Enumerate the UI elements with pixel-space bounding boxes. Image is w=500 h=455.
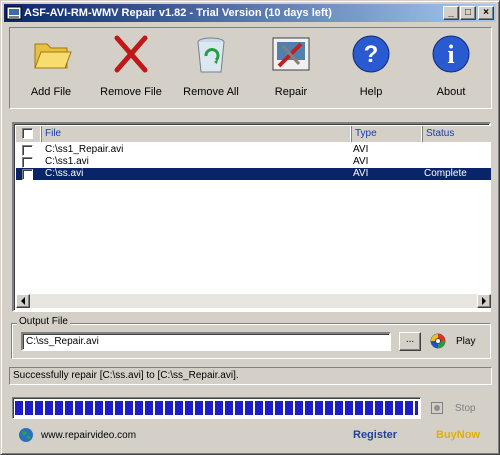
title-bar[interactable]: ASF-AVI-RM-WMV Repair v1.82 - Trial Vers… [4,4,496,22]
output-file-field[interactable]: C:\ss_Repair.avi [21,332,391,351]
table-row-selected[interactable]: C:\ss.avi AVI Complete [16,168,491,180]
svg-text:?: ? [364,41,379,68]
row-checkbox[interactable] [22,145,33,156]
red-x-icon [114,35,148,73]
row-file: C:\ss.avi [45,168,84,179]
header-status[interactable]: Status [423,126,491,142]
minimize-button[interactable]: _ [443,6,459,20]
horizontal-scrollbar[interactable] [16,294,491,308]
play-label[interactable]: Play [456,336,475,347]
repair-label: Repair [274,86,308,98]
app-icon [6,6,22,20]
question-mark-icon: ? [352,35,390,73]
select-all-checkbox[interactable] [22,128,33,139]
status-bar: Successfully repair [C:\ss.avi] to [C:\s… [9,367,492,385]
remove-all-label: Remove All [183,86,239,98]
maximize-button[interactable]: □ [460,6,476,20]
about-button[interactable]: i About [412,32,490,104]
row-status: Complete [424,168,467,179]
window-title: ASF-AVI-RM-WMV Repair v1.82 - Trial Vers… [24,7,332,19]
row-type: AVI [353,156,369,167]
register-button[interactable]: Register [353,429,397,441]
stop-button[interactable]: Stop [455,403,476,414]
add-file-button[interactable]: Add File [12,32,90,104]
main-window: ASF-AVI-RM-WMV Repair v1.82 - Trial Vers… [0,0,500,455]
add-file-label: Add File [30,86,72,98]
progress-fill [15,401,418,415]
scroll-right-button[interactable] [477,294,491,308]
browse-button[interactable]: ... [399,332,421,351]
header-select-all[interactable] [16,126,42,142]
row-file: C:\ss1_Repair.avi [45,144,124,155]
list-header: File Type Status [16,126,491,142]
arrow-left-icon [21,297,25,305]
scroll-left-button[interactable] [16,294,30,308]
play-icon[interactable] [430,333,446,349]
help-label: Help [359,86,383,98]
help-button[interactable]: ? Help [332,32,410,104]
row-file: C:\ss1.avi [45,156,89,167]
row-checkbox[interactable] [22,157,33,168]
globe-icon [19,428,33,442]
toolbar: Add File Remove File Remove All Repair ?… [9,27,492,109]
repair-tools-icon [272,37,310,71]
buy-now-button[interactable]: BuyNow [436,429,480,441]
header-type[interactable]: Type [352,126,423,142]
remove-file-button[interactable]: Remove File [92,32,170,104]
row-checkbox[interactable] [22,169,33,180]
repair-button[interactable]: Repair [252,32,330,104]
output-file-label: Output File [17,316,70,327]
row-type: AVI [353,168,369,179]
close-button[interactable]: × [478,6,494,20]
file-list[interactable]: File Type Status C:\ss1_Repair.avi AVI C… [12,122,491,312]
progress-bar [12,397,421,419]
stop-icon [431,402,443,414]
info-icon: i [432,35,470,73]
website-link[interactable]: www.repairvideo.com [41,430,136,441]
open-folder-icon [34,43,72,69]
table-row[interactable]: C:\ss1.avi AVI [16,156,491,168]
row-type: AVI [353,144,369,155]
recycle-bin-icon [197,37,225,73]
table-row[interactable]: C:\ss1_Repair.avi AVI [16,144,491,156]
remove-file-label: Remove File [100,86,162,98]
remove-all-button[interactable]: Remove All [172,32,250,104]
svg-text:i: i [447,40,454,69]
arrow-right-icon [482,297,486,305]
header-file[interactable]: File [42,126,352,142]
about-label: About [436,86,466,98]
